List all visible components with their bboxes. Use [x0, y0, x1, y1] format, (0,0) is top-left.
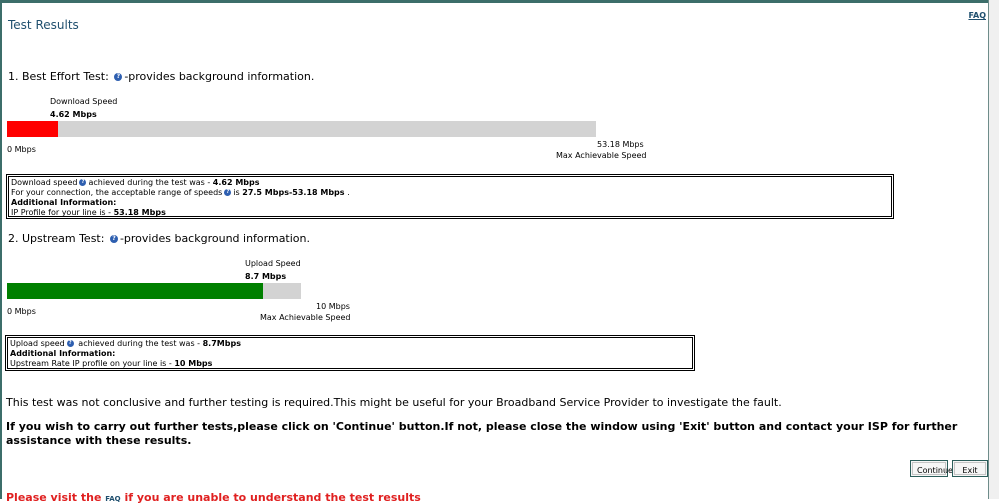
- download-speed-bar-fill: [7, 121, 59, 137]
- continue-button[interactable]: Continue: [910, 460, 953, 477]
- upload-info-box: Upload speed? achieved during the test w…: [5, 335, 695, 371]
- download-info-box: Download speed? achieved during the test …: [6, 174, 894, 219]
- help-icon[interactable]: ?: [109, 235, 118, 243]
- download-speed-label: Download Speed: [50, 97, 118, 106]
- upload-info-line1: Upload speed? achieved during the test w…: [10, 339, 690, 349]
- upload-max-label: Max Achievable Speed: [260, 313, 351, 322]
- footer-message: Please visit the FAQ if you are unable t…: [6, 491, 421, 504]
- info-text: is: [233, 188, 243, 197]
- download-speed-value: 4.62 Mbps: [50, 110, 97, 119]
- download-speed-bar: [7, 121, 596, 137]
- info-value: 4.62 Mbps: [212, 178, 260, 187]
- upload-speed-label: Upload Speed: [245, 259, 301, 268]
- window-top-border: [0, 0, 999, 3]
- upstream-heading-text: 2. Upstream Test:: [8, 232, 105, 245]
- page-title: Test Results: [8, 18, 79, 32]
- info-value: 8.7Mbps: [202, 339, 241, 348]
- upload-speed-value: 8.7 Mbps: [245, 272, 287, 281]
- help-icon[interactable]: ?: [224, 189, 232, 196]
- upload-additional-info-heading: Additional Information:: [10, 349, 116, 358]
- best-effort-heading-suffix: -provides background information.: [124, 70, 315, 83]
- best-effort-heading: 1. Best Effort Test: ? -provides backgrou…: [8, 70, 314, 83]
- footer-text: Please visit the: [6, 491, 106, 504]
- help-icon[interactable]: ?: [66, 340, 74, 347]
- upload-min-label: 0 Mbps: [7, 307, 36, 316]
- best-effort-heading-text: 1. Best Effort Test:: [8, 70, 109, 83]
- upload-speed-bar: [7, 283, 301, 299]
- download-max-label: Max Achievable Speed: [556, 151, 647, 160]
- download-info-line1: Download speed? achieved during the test …: [11, 178, 889, 188]
- download-info-line4: IP Profile for your line is - 53.18 Mbps: [11, 208, 889, 218]
- instructions-message: If you wish to carry out further tests,p…: [6, 420, 958, 447]
- upload-info-line3: Upstream Rate IP profile on your line is…: [10, 359, 690, 369]
- download-max-value: 53.18 Mbps: [597, 140, 644, 149]
- info-text: For your connection, the acceptable rang…: [11, 188, 223, 197]
- info-text: achieved during the test was -: [88, 178, 213, 187]
- info-text: Upstream Rate IP profile on your line is…: [10, 359, 175, 368]
- info-text: achieved during the test was -: [75, 339, 203, 348]
- upload-speed-bar-fill: [7, 283, 263, 299]
- info-text: Upload speed: [10, 339, 65, 348]
- upstream-heading-suffix: -provides background information.: [119, 232, 310, 245]
- footer-faq-link[interactable]: FAQ: [105, 495, 120, 503]
- info-value: 27.5 Mbps-53.18 Mbps: [242, 188, 345, 197]
- footer-text: if you are unable to understand the test…: [120, 491, 421, 504]
- info-value: 10 Mbps: [174, 359, 213, 368]
- window-left-border: [0, 0, 2, 499]
- exit-button[interactable]: Exit: [952, 460, 988, 477]
- upload-max-value: 10 Mbps: [316, 302, 350, 311]
- download-info-line2: For your connection, the acceptable rang…: [11, 188, 889, 198]
- inconclusive-message: This test was not conclusive and further…: [6, 396, 782, 409]
- info-value: 53.18 Mbps: [113, 208, 166, 217]
- help-icon[interactable]: ?: [114, 73, 123, 81]
- download-min-label: 0 Mbps: [7, 145, 36, 154]
- upstream-heading: 2. Upstream Test: ? -provides background …: [8, 232, 310, 245]
- info-text: IP Profile for your line is -: [11, 208, 114, 217]
- info-text: Download speed: [11, 178, 78, 187]
- help-icon[interactable]: ?: [79, 179, 87, 186]
- faq-link[interactable]: FAQ: [968, 11, 986, 20]
- download-additional-info-heading: Additional Information:: [11, 198, 117, 207]
- info-text: .: [344, 188, 350, 197]
